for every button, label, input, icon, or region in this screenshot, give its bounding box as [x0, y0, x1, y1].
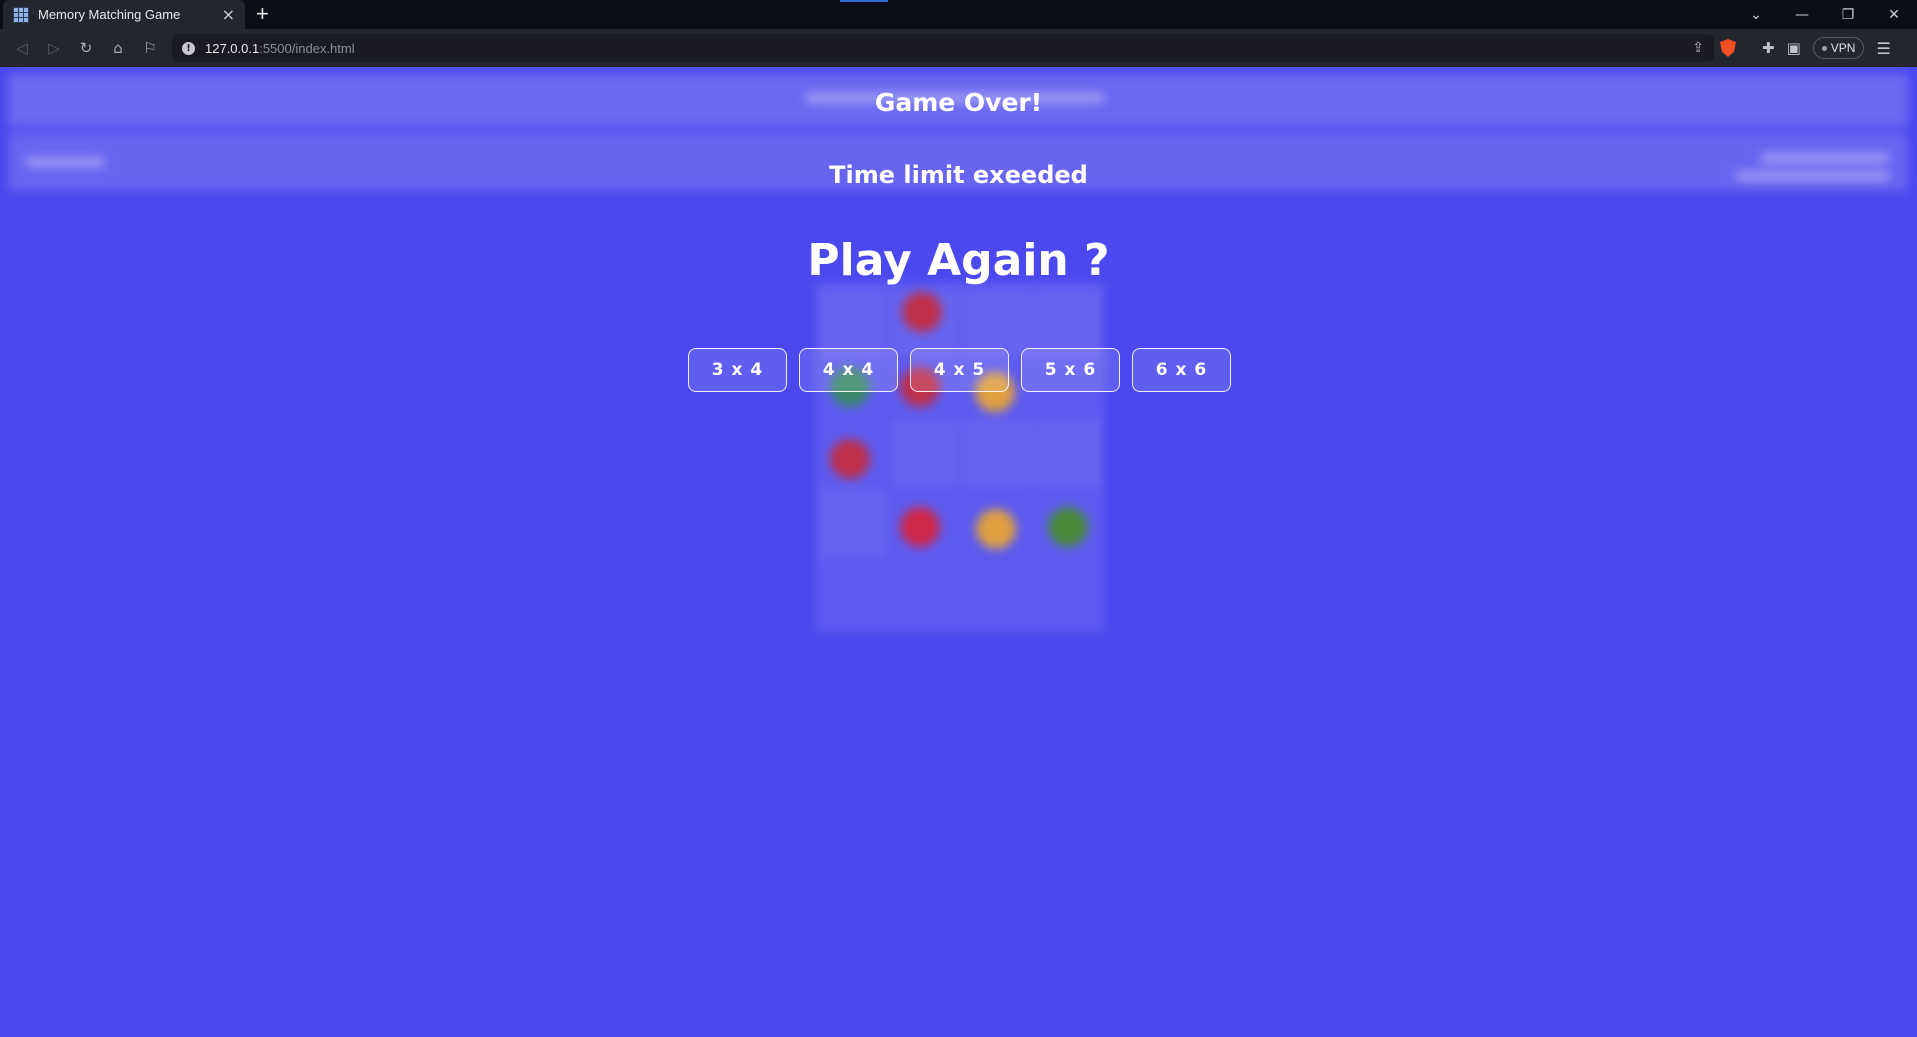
vpn-button[interactable]: VPN [1812, 37, 1865, 59]
game-page: Game Over! Time limit exeeded Play Again… [0, 67, 1917, 1037]
brave-shield-icon[interactable] [1720, 39, 1736, 57]
extensions-icon[interactable]: ✚ [1762, 39, 1775, 57]
grid-size-options: 3 x 4 4 x 4 4 x 5 5 x 6 6 x 6 [688, 348, 1231, 392]
vpn-label: VPN [1830, 41, 1856, 55]
loading-indicator [840, 0, 888, 2]
size-6x6-button[interactable]: 6 x 6 [1132, 348, 1231, 392]
back-icon[interactable]: ◁ [6, 39, 38, 57]
browser-tabstrip: Memory Matching Game × + ⌄ — ❐ ✕ [0, 0, 1917, 29]
game-over-title: Game Over! [874, 88, 1043, 117]
minimize-icon[interactable]: — [1779, 7, 1825, 23]
tab-search-icon[interactable]: ⌄ [1733, 7, 1779, 23]
restore-icon[interactable]: ❐ [1825, 7, 1871, 23]
close-tab-icon[interactable]: × [222, 6, 235, 23]
menu-icon[interactable]: ☰ [1876, 39, 1890, 58]
home-icon[interactable]: ⌂ [102, 39, 134, 57]
url-host: 127.0.0.1 [205, 40, 260, 56]
size-4x4-button[interactable]: 4 x 4 [799, 348, 898, 392]
browser-toolbar: ◁ ▷ ↻ ⌂ ⚐ ! 127.0.0.1 :5500/index.html ⇪… [0, 29, 1917, 67]
tab-title: Memory Matching Game [38, 7, 181, 22]
bookmark-icon[interactable]: ⚐ [134, 39, 166, 57]
size-3x4-button[interactable]: 3 x 4 [688, 348, 787, 392]
close-window-icon[interactable]: ✕ [1871, 7, 1917, 23]
sidebar-icon[interactable]: ▣ [1787, 39, 1801, 57]
reload-icon[interactable]: ↻ [70, 39, 102, 57]
site-info-icon[interactable]: ! [182, 41, 195, 55]
play-again-prompt: Play Again ? [807, 235, 1110, 286]
window-controls: ⌄ — ❐ ✕ [1733, 0, 1917, 29]
game-over-overlay: Game Over! Time limit exeeded Play Again… [0, 67, 1917, 1037]
share-icon[interactable]: ⇪ [1692, 40, 1704, 56]
url-path: :5500/index.html [259, 40, 355, 56]
new-tab-button[interactable]: + [256, 3, 269, 25]
forward-icon[interactable]: ▷ [38, 39, 70, 57]
browser-tab[interactable]: Memory Matching Game × [3, 0, 245, 29]
grid-icon [13, 6, 29, 23]
toolbar-actions: ✚ ▣ VPN ☰ [1720, 29, 1891, 67]
size-4x5-button[interactable]: 4 x 5 [910, 348, 1009, 392]
game-over-reason: Time limit exeeded [829, 161, 1088, 189]
vpn-status-dot [1821, 45, 1827, 51]
size-5x6-button[interactable]: 5 x 6 [1021, 348, 1120, 392]
address-bar[interactable]: ! 127.0.0.1 :5500/index.html ⇪ [172, 34, 1714, 62]
